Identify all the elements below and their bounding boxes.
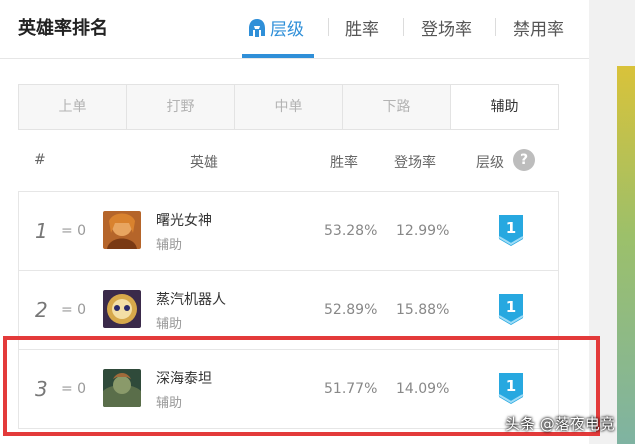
tab-banrate[interactable]: 禁用率 xyxy=(513,15,564,40)
hero-role: 辅助 xyxy=(156,317,183,332)
tab-divider xyxy=(495,18,496,36)
helmet-icon xyxy=(248,18,266,43)
lane-tab-bottom[interactable]: 下路 xyxy=(343,85,451,129)
hero-pickrate: 12.99% xyxy=(396,223,450,239)
rank-number: 1 xyxy=(35,219,48,243)
rank-number: 2 xyxy=(35,298,48,322)
column-header-pickrate[interactable]: 登场率 xyxy=(394,152,436,172)
tier-value: 1 xyxy=(506,298,516,316)
column-header-tier: 层级 xyxy=(476,155,504,171)
hero-winrate: 53.28% xyxy=(324,223,378,239)
hero-name[interactable]: 蒸汽机器人 xyxy=(156,289,226,309)
rank-change: = 0 xyxy=(61,302,87,318)
lane-tab-support[interactable]: 辅助 xyxy=(451,85,558,129)
tier-badge-icon: 1 xyxy=(497,213,525,247)
header: 英雄率排名 层级 胜率 登场率 禁用率 xyxy=(0,0,589,59)
tab-tier-label: 层级 xyxy=(270,20,304,40)
tab-winrate[interactable]: 胜率 xyxy=(345,15,379,40)
active-tab-underline xyxy=(242,54,314,58)
hero-name[interactable]: 曙光女神 xyxy=(156,210,212,230)
hero-role: 辅助 xyxy=(156,238,183,253)
background-decoration xyxy=(617,66,635,444)
column-header-hero: 英雄 xyxy=(190,155,218,171)
rank-change: = 0 xyxy=(61,223,87,239)
column-header-rank: # xyxy=(34,152,46,168)
lane-tab-mid[interactable]: 中单 xyxy=(235,85,343,129)
table-row[interactable]: 1 = 0 曙光女神 辅助 53.28% 12.99% 1 xyxy=(19,192,558,271)
lane-tab-top[interactable]: 上单 xyxy=(19,85,127,129)
tab-divider xyxy=(328,18,329,36)
hero-pickrate: 15.88% xyxy=(396,302,450,318)
hero-avatar xyxy=(103,211,141,249)
column-header-winrate[interactable]: 胜率 xyxy=(330,152,358,172)
hero-winrate: 52.89% xyxy=(324,302,378,318)
help-icon[interactable]: ? xyxy=(513,149,535,171)
tier-value: 1 xyxy=(506,219,516,237)
tab-divider xyxy=(403,18,404,36)
hero-avatar xyxy=(103,290,141,328)
tab-tier[interactable]: 层级 xyxy=(248,15,304,43)
page-title: 英雄率排名 xyxy=(18,18,108,39)
tab-pickrate[interactable]: 登场率 xyxy=(421,15,472,40)
watermark: 头条 @落夜电竞 xyxy=(505,415,615,433)
lane-tab-jungle[interactable]: 打野 xyxy=(127,85,235,129)
lane-tabs: 上单 打野 中单 下路 辅助 xyxy=(18,84,559,130)
tier-badge-icon: 1 xyxy=(497,292,525,326)
